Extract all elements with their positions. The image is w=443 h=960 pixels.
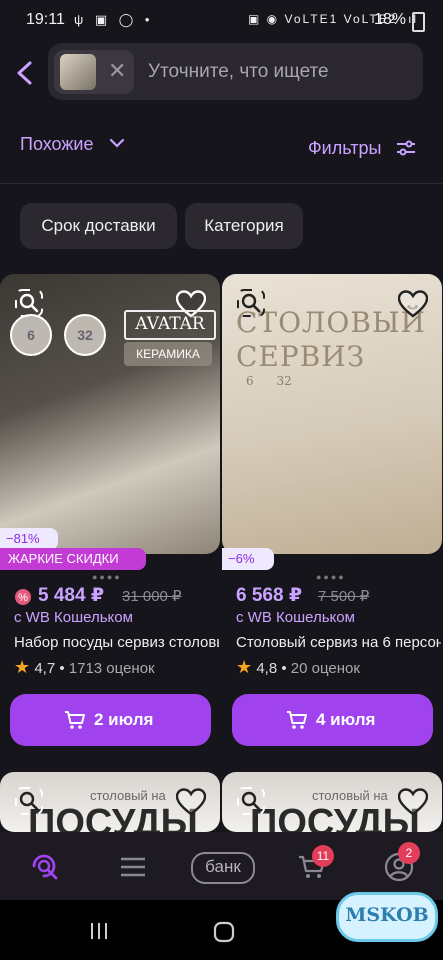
product-title[interactable]: Набор посуды сервиз столовый [14,634,219,651]
add-to-cart-button[interactable]: 4 июля [232,694,433,746]
discount-badge: −6% [222,548,274,570]
chip-delivery-time[interactable]: Срок доставки [20,203,177,249]
items-badge: 32 [64,314,106,356]
rating-value: 4,8 [256,660,278,677]
items-count: 32 [276,374,292,388]
product-price: 5 484 ₽ [38,585,105,606]
divider [0,183,443,184]
cart-icon [65,711,85,729]
filters-button[interactable]: Фильтры [308,138,381,159]
search-tab-icon[interactable] [30,852,60,882]
recent-apps-icon[interactable] [88,920,110,942]
brand-logo: AVATAR [124,310,216,340]
heart-icon[interactable] [398,290,428,318]
wallet-note: с WB Кошельком [14,609,133,626]
search-photo-chip[interactable]: ✕ [54,50,134,94]
visual-search-icon[interactable] [236,288,266,318]
image-pager-dots: ●●●● [92,572,122,582]
image-caption: столовый на [90,788,166,803]
notification-icons: ψ ▣ ◯ • [74,12,154,27]
battery-level: 18% [374,11,407,28]
delivery-date: 4 июля [316,710,376,729]
image-pager-dots: ●●●● [316,572,346,582]
search-input[interactable]: Уточните, что ищете [148,61,329,83]
chip-category[interactable]: Категория [185,203,303,249]
watermark-logo: MSKOB [336,892,438,942]
image-caption: столовый на [312,788,388,803]
reviews-count: 20 оценок [290,660,360,677]
svg-text:%: % [18,592,28,604]
battery-icon [412,12,425,32]
material-badge: КЕРАМИКА [124,342,212,366]
cart-icon [287,711,307,729]
heart-icon[interactable] [398,788,428,816]
rating-value: 4,7 [34,660,56,677]
visual-search-icon[interactable] [14,786,44,816]
similar-dropdown[interactable]: Похожие [20,134,93,155]
old-price: 31 000 ₽ [122,588,182,605]
status-bar: 19:11 ψ ▣ ◯ • ▣ ◉ VoLTE1 VoLTE2 .ıl 18% [0,0,443,40]
profile-count-badge: 2 [398,842,420,864]
old-price: 7 500 ₽ [318,588,370,605]
image-headline: ПОСУДЫ [250,802,420,832]
wallet-discount-icon: % [15,589,31,605]
add-to-cart-button[interactable]: 2 июля [10,694,211,746]
promo-badge: ЖАРКИЕ СКИДКИ [0,548,146,570]
star-icon: ★ [236,657,253,677]
wallet-note: с WB Кошельком [236,609,355,626]
product-rating: ★ 4,7 • 1713 оценок [14,657,155,677]
persons-badge: 6 [10,314,52,356]
reviews-count: 1713 оценок [68,660,155,677]
bank-tab[interactable]: банк [191,852,255,884]
visual-search-icon[interactable] [236,786,266,816]
product-price: 6 568 ₽ [236,585,303,606]
menu-tab-icon[interactable] [120,856,146,878]
star-icon: ★ [14,657,31,677]
search-photo-thumbnail [60,54,96,90]
sliders-icon[interactable] [396,139,416,157]
heart-icon[interactable] [176,788,206,816]
search-bar[interactable]: ✕ Уточните, что ищете [48,43,423,100]
product-rating: ★ 4,8 • 20 оценок [236,657,360,677]
delivery-date: 2 июля [94,710,154,729]
cart-count-badge: 11 [312,845,334,867]
image-headline: ПОСУДЫ [28,802,198,832]
close-icon[interactable]: ✕ [108,58,126,84]
status-time: 19:11 [26,11,65,28]
persons-count: 6 [246,374,254,388]
back-arrow-icon[interactable] [14,60,36,86]
product-image-subtitle: 6 32 [246,374,376,388]
discount-badge: −81% [0,528,58,550]
home-icon[interactable] [212,920,236,944]
product-title[interactable]: Столовый сервиз на 6 персон [236,634,441,651]
chevron-down-icon[interactable] [108,136,126,150]
